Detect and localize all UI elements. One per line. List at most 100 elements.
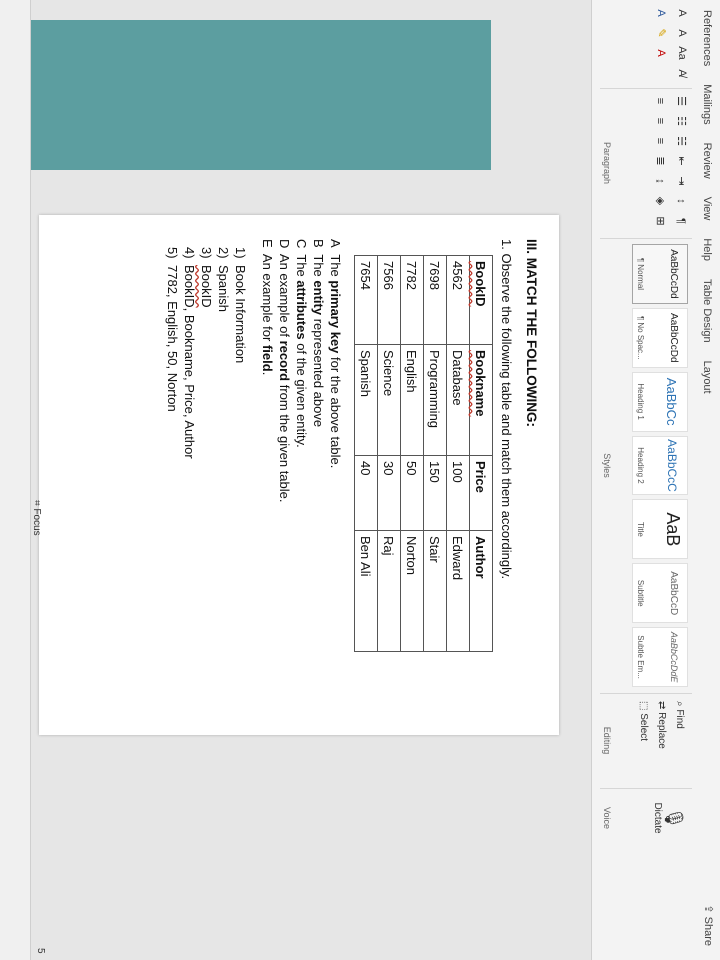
pilcrow-icon[interactable]: ¶	[676, 214, 688, 228]
font-group: A A Aa A̸ A ✎ A	[600, 0, 692, 89]
tab-table-design[interactable]: Table Design	[701, 279, 713, 343]
table-cell[interactable]: Stair	[423, 530, 447, 652]
microphone-icon: 🎙	[664, 806, 684, 830]
editing-group-label: Editing	[602, 726, 612, 755]
definitions-list: A The primary key for the above table. B…	[259, 239, 344, 709]
table-cell[interactable]: 50	[400, 455, 424, 531]
definition-post: from the given table.	[277, 381, 292, 503]
definition-item: B The entity represented above	[310, 239, 327, 709]
table-cell[interactable]: Database	[446, 344, 470, 456]
styles-group: AaBbCcDd ¶ Normal AaBbCcDd ¶ No Spac... Aa…	[600, 238, 692, 694]
increase-indent-icon[interactable]: ⇥	[675, 174, 688, 188]
shading-icon[interactable]: ◈	[654, 194, 667, 208]
sort-icon[interactable]: ↕	[676, 194, 688, 208]
change-case-icon[interactable]: Aa	[676, 46, 688, 60]
align-center-icon[interactable]: ≡	[655, 114, 667, 128]
select-button[interactable]: ⬚ Select	[634, 701, 652, 749]
style-subtitle-sample: AaBbCcD	[668, 571, 679, 616]
select-icon: ⬚	[638, 701, 649, 714]
status-bar: ⌗ Focus 5	[0, 0, 46, 960]
align-left-icon[interactable]: ≡	[655, 94, 667, 108]
table-cell[interactable]: 7782	[400, 255, 424, 345]
style-no-spacing[interactable]: AaBbCcDd ¶ No Spac...	[632, 307, 688, 368]
table-cell[interactable]: Spanish	[354, 344, 378, 456]
table-cell[interactable]: 40	[354, 455, 378, 531]
share-label: Share	[702, 916, 714, 946]
answer-text: 7782, English, 50, Norton	[165, 265, 180, 412]
replace-label: Replace	[656, 712, 667, 749]
definition-item: A The primary key for the above table.	[327, 239, 344, 709]
table-cell[interactable]: 30	[377, 455, 401, 531]
tab-review[interactable]: Review	[701, 143, 713, 179]
replace-button[interactable]: ⇄ Replace	[652, 701, 670, 749]
grow-font-icon[interactable]: A	[676, 6, 688, 20]
page-content: III. MATCH THE FOLLOWING: 1. Observe the…	[164, 239, 539, 709]
editing-group: ⌕ Find ⇄ Replace ⬚ Select Editing	[600, 693, 692, 789]
answer-number: 5)	[165, 247, 180, 259]
page-marker: 5	[35, 948, 46, 954]
highlight-icon[interactable]: ✎	[655, 26, 668, 40]
numbering-icon[interactable]: ☷	[675, 114, 688, 128]
justify-icon[interactable]: ≣	[654, 154, 667, 168]
table-cell[interactable]: 4562	[446, 255, 470, 345]
decrease-indent-icon[interactable]: ⇤	[675, 154, 688, 168]
style-heading-2[interactable]: AaBbCcC Heading 2	[632, 435, 688, 496]
teal-panel	[31, 20, 491, 170]
focus-button[interactable]: ⌗ Focus	[31, 500, 42, 536]
style-title-sample: AaB	[663, 512, 683, 547]
table-cell[interactable]: English	[400, 344, 424, 456]
style-subtle-emphasis-name: Subtle Em...	[636, 635, 645, 679]
find-button[interactable]: ⌕ Find	[670, 701, 688, 749]
tab-help[interactable]: Help	[701, 238, 713, 261]
clear-format-icon[interactable]: A̸	[676, 66, 688, 80]
table-cell[interactable]: Science	[377, 344, 401, 456]
line-spacing-icon[interactable]: ↨	[655, 174, 667, 188]
table-cell[interactable]: Raj	[377, 530, 401, 652]
table-cell[interactable]: 7654	[354, 255, 378, 345]
section-heading: III. MATCH THE FOLLOWING:	[524, 239, 539, 427]
tab-layout[interactable]: Layout	[701, 361, 713, 394]
style-title[interactable]: AaB Title	[632, 499, 688, 560]
table-cell[interactable]: Programming	[423, 344, 447, 456]
document-area: III. MATCH THE FOLLOWING: 1. Observe the…	[31, 0, 591, 960]
table-cell[interactable]: 7566	[377, 255, 401, 345]
table-row: 7698 Programming 150 Stair	[423, 255, 447, 652]
style-subtle-emphasis[interactable]: AaBbCcDdE Subtle Em...	[632, 627, 688, 688]
document-page[interactable]: III. MATCH THE FOLLOWING: 1. Observe the…	[39, 215, 559, 735]
definition-letter: B	[311, 239, 326, 248]
font-color-icon[interactable]: A	[656, 46, 668, 60]
style-heading-1[interactable]: AaBbCc Heading 1	[632, 371, 688, 432]
share-button[interactable]: ⇪ Share	[702, 904, 715, 946]
borders-icon[interactable]: ⊞	[654, 214, 667, 228]
table-cell[interactable]: Edward	[446, 530, 470, 652]
tab-mailings[interactable]: Mailings	[701, 84, 713, 124]
header-price: Price	[469, 455, 493, 531]
tab-references[interactable]: References	[701, 10, 713, 66]
style-subtitle[interactable]: AaBbCcD Subtitle	[632, 563, 688, 624]
style-heading-1-sample: AaBbCc	[664, 377, 679, 426]
table-cell[interactable]: Ben Ali	[354, 530, 378, 652]
definition-bold: attributes	[294, 280, 309, 340]
style-normal[interactable]: AaBbCcDd ¶ Normal	[632, 244, 688, 304]
align-right-icon[interactable]: ≡	[655, 134, 667, 148]
table-row: 4562 Database 100 Edward	[446, 255, 470, 652]
tab-view[interactable]: View	[701, 197, 713, 221]
table-cell[interactable]: 150	[423, 455, 447, 531]
style-title-name: Title	[636, 521, 645, 537]
header-author: Author	[469, 530, 493, 652]
books-table[interactable]: BookID Bookname Price Author 4562 Databa…	[354, 255, 493, 652]
style-subtle-emphasis-sample: AaBbCcDdE	[669, 631, 679, 683]
bullets-icon[interactable]: ☰	[675, 94, 688, 108]
text-effects-icon[interactable]: A	[656, 6, 668, 20]
definition-bold: entity	[311, 280, 326, 316]
answer-text: Book Information	[233, 265, 248, 364]
table-cell[interactable]: 100	[446, 455, 470, 531]
ribbon: References Mailings Review View Help Tab…	[591, 0, 720, 960]
dictate-button[interactable]: 🎙 Dictate	[652, 788, 684, 848]
definition-letter: D	[277, 239, 292, 249]
shrink-font-icon[interactable]: A	[676, 26, 688, 40]
photo-stage: References Mailings Review View Help Tab…	[0, 0, 720, 960]
table-cell[interactable]: 7698	[423, 255, 447, 345]
table-cell[interactable]: Norton	[400, 530, 424, 652]
multilevel-list-icon[interactable]: ☵	[675, 134, 688, 148]
